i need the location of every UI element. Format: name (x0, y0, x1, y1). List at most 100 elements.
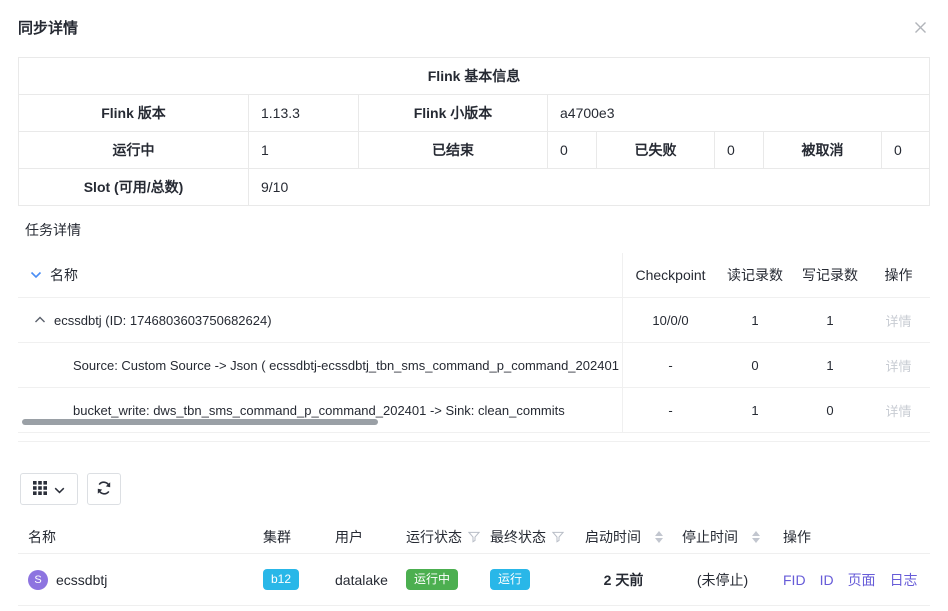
failed-value: 0 (715, 132, 764, 169)
task-table-bottom-divider (18, 441, 930, 442)
flink-version-value: 1.13.3 (249, 95, 359, 132)
task-table-header-row: 名称 Checkpoint 读记录数 写记录数 操作 (18, 253, 930, 298)
cluster-badge: b12 (263, 569, 299, 590)
task-write-value: 0 (792, 388, 868, 432)
task-row-name: ecssdbtj (ID: 1746803603750682624) (18, 298, 623, 342)
task-name-text: bucket_write: dws_tbn_sms_command_p_comm… (73, 403, 565, 418)
run-status-label: 运行状态 (406, 527, 462, 547)
slot-label: Slot (可用/总数) (19, 169, 249, 206)
canceled-label: 被取消 (764, 132, 882, 169)
flink-info-title: Flink 基本信息 (19, 58, 930, 95)
finished-label: 已结束 (359, 132, 548, 169)
toolbar (20, 473, 948, 505)
task-detail-table: 名称 Checkpoint 读记录数 写记录数 操作 ecssdbtj (ID:… (18, 253, 930, 433)
task-checkpoint-value: 10/0/0 (623, 298, 718, 342)
failed-label: 已失败 (597, 132, 715, 169)
modal-header: 同步详情 (0, 0, 948, 38)
task-header-read-records: 读记录数 (718, 253, 792, 297)
task-read-value: 1 (718, 298, 792, 342)
filter-funnel-icon (468, 531, 480, 543)
job-header-action: 操作 (773, 527, 930, 547)
detail-link[interactable]: 详情 (885, 401, 911, 420)
job-actions-cell: FID ID 页面 日志 (773, 570, 930, 590)
job-table: 名称 集群 用户 运行状态 最终状态 启动时间 (18, 521, 930, 606)
job-name: ecssdbtj (56, 572, 107, 588)
run-status-filter-button[interactable] (468, 531, 480, 543)
table-row: bucket_write: dws_tbn_sms_command_p_comm… (18, 388, 930, 433)
close-icon (913, 23, 928, 38)
table-row: ecssdbtj (ID: 1746803603750682624) 10/0/… (18, 298, 930, 343)
job-user: datalake (325, 572, 396, 588)
running-value: 1 (249, 132, 359, 169)
job-header-final-status: 最终状态 (480, 527, 575, 547)
job-header-name: 名称 (18, 527, 253, 547)
refresh-icon (96, 480, 112, 499)
avatar: S (28, 570, 48, 590)
stop-time-label: 停止时间 (682, 527, 738, 547)
detail-link[interactable]: 详情 (885, 311, 911, 330)
grid-icon (33, 481, 47, 498)
final-status-badge: 运行 (490, 569, 530, 590)
task-name-text: Source: Custom Source -> Json ( ecssdbtj… (73, 358, 623, 373)
start-time-sorter-button[interactable] (655, 531, 663, 543)
task-header-checkpoint: Checkpoint (623, 253, 718, 297)
detail-link[interactable]: 详情 (885, 356, 911, 375)
stop-time-sorter-button[interactable] (752, 531, 760, 543)
task-row-name: bucket_write: dws_tbn_sms_command_p_comm… (18, 388, 623, 432)
chevron-down-icon (54, 482, 65, 497)
canceled-value: 0 (882, 132, 930, 169)
task-detail-section-title: 任务详情 (25, 220, 930, 240)
final-status-filter-button[interactable] (552, 531, 564, 543)
close-button[interactable] (911, 18, 930, 37)
task-write-value: 1 (792, 343, 868, 387)
task-read-value: 1 (718, 388, 792, 432)
expand-all-button[interactable] (30, 271, 42, 279)
job-table-header-row: 名称 集群 用户 运行状态 最终状态 启动时间 (18, 521, 930, 554)
slot-value: 9/10 (249, 169, 930, 206)
collapse-row-button[interactable] (34, 316, 46, 324)
flink-version-label: Flink 版本 (19, 95, 249, 132)
caret-up-icon (655, 531, 663, 536)
flink-minor-version-value: a4700e3 (548, 95, 930, 132)
horizontal-scrollbar-thumb[interactable] (22, 419, 378, 425)
job-header-start-time: 启动时间 (575, 527, 672, 547)
final-status-label: 最终状态 (490, 527, 546, 547)
task-header-action: 操作 (868, 253, 929, 297)
task-name-text: ecssdbtj (ID: 1746803603750682624) (54, 313, 272, 328)
refresh-button[interactable] (87, 473, 121, 505)
task-header-name: 名称 (18, 253, 623, 297)
job-stop-time: (未停止) (672, 570, 773, 590)
task-header-name-label: 名称 (50, 265, 78, 285)
task-header-write-records: 写记录数 (792, 253, 868, 297)
job-header-stop-time: 停止时间 (672, 527, 773, 547)
id-link[interactable]: ID (820, 572, 834, 588)
task-row-name: Source: Custom Source -> Json ( ecssdbtj… (18, 343, 623, 387)
finished-value: 0 (548, 132, 597, 169)
caret-up-icon (752, 531, 760, 536)
task-write-value: 1 (792, 298, 868, 342)
filter-funnel-icon (552, 531, 564, 543)
job-header-run-status: 运行状态 (396, 527, 480, 547)
task-checkpoint-value: - (623, 388, 718, 432)
sync-detail-modal: 同步详情 Flink 基本信息 Flink 版本 1.13.3 Flink 小版… (0, 0, 948, 611)
flink-basic-info-table: Flink 基本信息 Flink 版本 1.13.3 Flink 小版本 a47… (18, 57, 930, 206)
caret-down-icon (655, 538, 663, 543)
table-row: Source: Custom Source -> Json ( ecssdbtj… (18, 343, 930, 388)
caret-down-icon (752, 538, 760, 543)
chevron-down-icon (30, 267, 42, 282)
job-header-user: 用户 (325, 527, 396, 547)
fid-link[interactable]: FID (783, 572, 806, 588)
modal-title: 同步详情 (18, 17, 78, 38)
running-label: 运行中 (19, 132, 249, 169)
column-settings-button[interactable] (20, 473, 78, 505)
run-status-badge: 运行中 (406, 569, 458, 590)
chevron-up-icon (34, 312, 46, 327)
flink-minor-version-label: Flink 小版本 (359, 95, 548, 132)
task-checkpoint-value: - (623, 343, 718, 387)
job-header-cluster: 集群 (253, 527, 325, 547)
table-row: S ecssdbtj b12 datalake 运行中 运行 2 天前 (未停止… (18, 554, 930, 606)
page-link[interactable]: 页面 (848, 570, 876, 590)
task-read-value: 0 (718, 343, 792, 387)
log-link[interactable]: 日志 (890, 570, 918, 590)
job-start-time: 2 天前 (575, 570, 672, 590)
